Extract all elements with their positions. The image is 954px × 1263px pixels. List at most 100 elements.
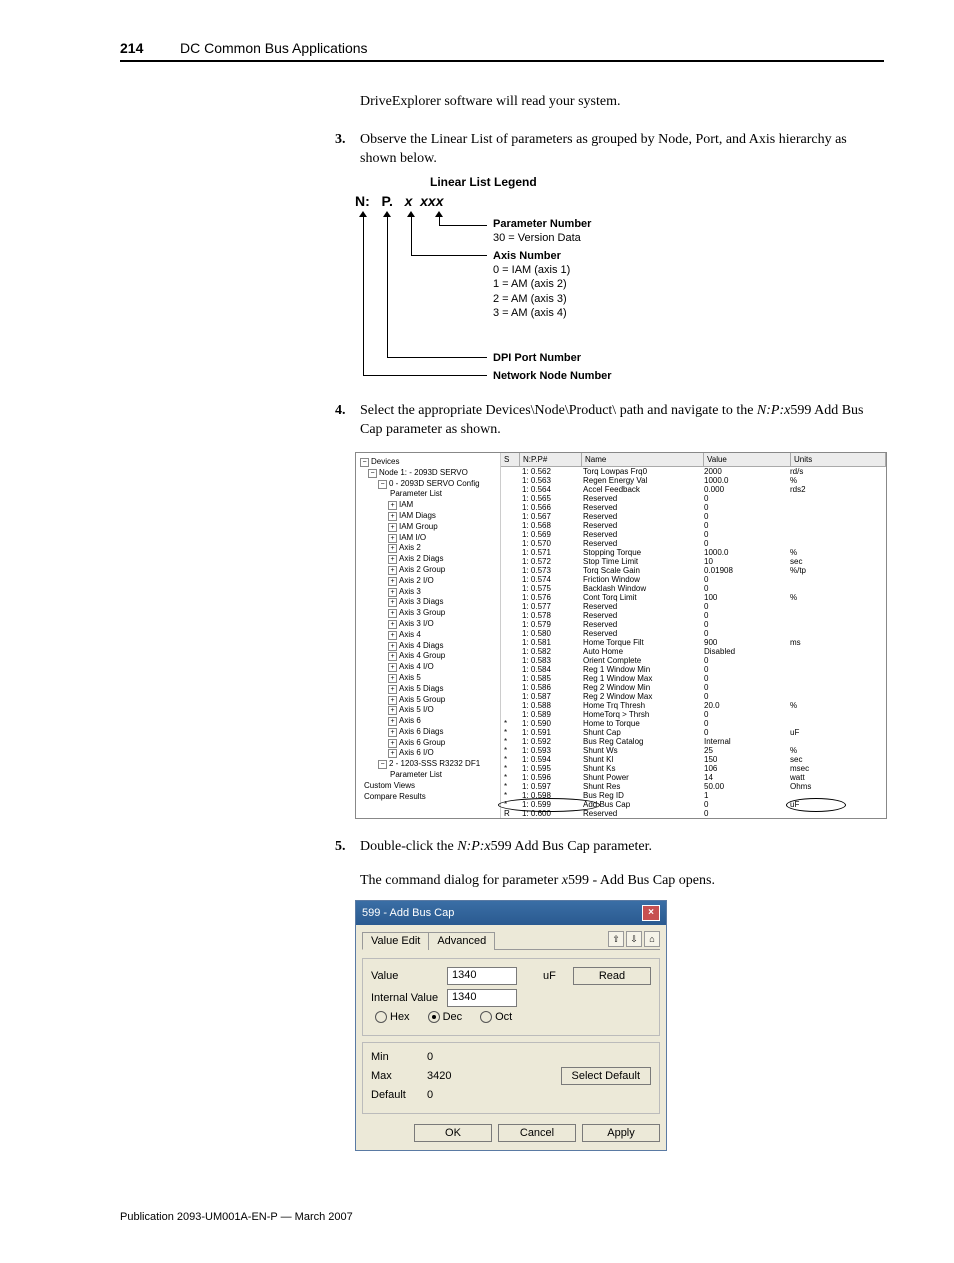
col-units[interactable]: Units bbox=[791, 453, 886, 466]
list-row[interactable]: 1: 0.565Reserved0 bbox=[501, 494, 886, 503]
expand-icon[interactable]: + bbox=[388, 620, 397, 629]
list-row[interactable]: 1: 0.564Accel Feedback0.000rds2 bbox=[501, 485, 886, 494]
col-s[interactable]: S bbox=[501, 453, 520, 466]
tree-item[interactable]: +Axis 5 Diags bbox=[358, 684, 498, 695]
list-row[interactable]: R1: 0.600Reserved0 bbox=[501, 809, 886, 818]
tree-item[interactable]: +Axis 2 Diags bbox=[358, 554, 498, 565]
expand-icon[interactable]: + bbox=[388, 555, 397, 564]
list-row[interactable]: *1: 0.596Shunt Power14watt bbox=[501, 773, 886, 782]
list-row[interactable]: *1: 0.592Bus Reg CatalogInternal bbox=[501, 737, 886, 746]
list-row[interactable]: 1: 0.588Home Trq Thresh20.0% bbox=[501, 701, 886, 710]
tree-item[interactable]: +Axis 3 I/O bbox=[358, 619, 498, 630]
list-row[interactable]: 1: 0.575Backlash Window0 bbox=[501, 584, 886, 593]
tree-item[interactable]: +IAM bbox=[358, 500, 498, 511]
tree-item[interactable]: Compare Results bbox=[358, 792, 498, 803]
tree-item[interactable]: +Axis 3 Group bbox=[358, 608, 498, 619]
tree-item[interactable]: +Axis 2 I/O bbox=[358, 576, 498, 587]
list-row[interactable]: 1: 0.574Friction Window0 bbox=[501, 575, 886, 584]
collapse-icon[interactable]: − bbox=[368, 469, 377, 478]
expand-icon[interactable]: + bbox=[388, 739, 397, 748]
list-row[interactable]: 1: 0.583Orient Complete0 bbox=[501, 656, 886, 665]
tree-item[interactable]: +Axis 6 Group bbox=[358, 738, 498, 749]
expand-icon[interactable]: + bbox=[388, 696, 397, 705]
list-row[interactable]: *1: 0.599Add Bus Cap0uF bbox=[501, 800, 886, 809]
expand-icon[interactable]: + bbox=[388, 501, 397, 510]
list-row[interactable]: 1: 0.563Regen Energy Val1000.0% bbox=[501, 476, 886, 485]
list-row[interactable]: 1: 0.582Auto HomeDisabled bbox=[501, 647, 886, 656]
radio-dec[interactable]: Dec bbox=[428, 1011, 463, 1023]
list-row[interactable]: *1: 0.591Shunt Cap0uF bbox=[501, 728, 886, 737]
apply-button[interactable]: Apply bbox=[582, 1124, 660, 1142]
down-arrow-icon[interactable]: ⇩ bbox=[626, 931, 642, 947]
read-button[interactable]: Read bbox=[573, 967, 651, 985]
tree-item[interactable]: +Axis 6 I/O bbox=[358, 748, 498, 759]
list-row[interactable]: 1: 0.562Torq Lowpas Frq02000rd/s bbox=[501, 467, 886, 476]
tree-item[interactable]: +Axis 3 Diags bbox=[358, 597, 498, 608]
internal-value-input[interactable]: 1340 bbox=[447, 989, 517, 1007]
list-row[interactable]: 1: 0.579Reserved0 bbox=[501, 620, 886, 629]
list-row[interactable]: 1: 0.569Reserved0 bbox=[501, 530, 886, 539]
ok-button[interactable]: OK bbox=[414, 1124, 492, 1142]
list-row[interactable]: *1: 0.595Shunt Ks106msec bbox=[501, 764, 886, 773]
lock-icon[interactable]: ⌂ bbox=[644, 931, 660, 947]
tree-item[interactable]: +Axis 6 Diags bbox=[358, 727, 498, 738]
collapse-icon[interactable]: − bbox=[378, 480, 387, 489]
expand-icon[interactable]: + bbox=[388, 717, 397, 726]
tree-item[interactable]: +Axis 4 Group bbox=[358, 651, 498, 662]
tree-node[interactable]: −2 - 1203-SSS R3232 DF1 bbox=[358, 759, 498, 770]
value-input[interactable]: 1340 bbox=[447, 967, 517, 985]
col-value[interactable]: Value bbox=[704, 453, 791, 466]
cancel-button[interactable]: Cancel bbox=[498, 1124, 576, 1142]
expand-icon[interactable]: + bbox=[388, 534, 397, 543]
list-row[interactable]: 1: 0.586Reg 2 Window Min0 bbox=[501, 683, 886, 692]
list-row[interactable]: *1: 0.590Home to Torque0 bbox=[501, 719, 886, 728]
list-row[interactable]: *1: 0.593Shunt Ws25% bbox=[501, 746, 886, 755]
expand-icon[interactable]: + bbox=[388, 523, 397, 532]
expand-icon[interactable]: + bbox=[388, 674, 397, 683]
expand-icon[interactable]: + bbox=[388, 663, 397, 672]
list-row[interactable]: *1: 0.594Shunt Kl150sec bbox=[501, 755, 886, 764]
list-row[interactable]: 1: 0.566Reserved0 bbox=[501, 503, 886, 512]
collapse-icon[interactable]: − bbox=[360, 458, 369, 467]
tree-item[interactable]: +IAM I/O bbox=[358, 533, 498, 544]
expand-icon[interactable]: + bbox=[388, 577, 397, 586]
list-row[interactable]: 1: 0.577Reserved0 bbox=[501, 602, 886, 611]
expand-icon[interactable]: + bbox=[388, 728, 397, 737]
tree-item[interactable]: Parameter List bbox=[358, 770, 498, 781]
list-row[interactable]: 1: 0.576Cont Torq Limit100% bbox=[501, 593, 886, 602]
list-row[interactable]: 1: 0.571Stopping Torque1000.0% bbox=[501, 548, 886, 557]
list-row[interactable]: 1: 0.587Reg 2 Window Max0 bbox=[501, 692, 886, 701]
tab-advanced[interactable]: Advanced bbox=[428, 932, 495, 950]
list-row[interactable]: 1: 0.572Stop Time Limit10sec bbox=[501, 557, 886, 566]
up-arrow-icon[interactable]: ⇧ bbox=[608, 931, 624, 947]
list-row[interactable]: 1: 0.578Reserved0 bbox=[501, 611, 886, 620]
expand-icon[interactable]: + bbox=[388, 598, 397, 607]
expand-icon[interactable]: + bbox=[388, 685, 397, 694]
select-default-button[interactable]: Select Default bbox=[561, 1067, 651, 1085]
tree-item[interactable]: +Axis 5 Group bbox=[358, 695, 498, 706]
radio-hex[interactable]: Hex bbox=[375, 1011, 410, 1023]
col-npp[interactable]: N:P.P# bbox=[520, 453, 582, 466]
expand-icon[interactable]: + bbox=[388, 652, 397, 661]
tree-item[interactable]: Parameter List bbox=[358, 489, 498, 500]
list-row[interactable]: *1: 0.598Bus Reg ID1 bbox=[501, 791, 886, 800]
tree-item[interactable]: +Axis 4 I/O bbox=[358, 662, 498, 673]
tree-root[interactable]: −Devices bbox=[358, 457, 498, 468]
tree-item[interactable]: +Axis 5 bbox=[358, 673, 498, 684]
expand-icon[interactable]: + bbox=[388, 544, 397, 553]
tree-item[interactable]: +Axis 6 bbox=[358, 716, 498, 727]
radio-oct[interactable]: Oct bbox=[480, 1011, 512, 1023]
tree-item[interactable]: Custom Views bbox=[358, 781, 498, 792]
tree-node[interactable]: −0 - 2093D SERVO Config bbox=[358, 479, 498, 490]
list-row[interactable]: 1: 0.570Reserved0 bbox=[501, 539, 886, 548]
expand-icon[interactable]: + bbox=[388, 588, 397, 597]
tree-item[interactable]: +Axis 5 I/O bbox=[358, 705, 498, 716]
list-row[interactable]: 1: 0.585Reg 1 Window Max0 bbox=[501, 674, 886, 683]
tree-item[interactable]: +Axis 4 Diags bbox=[358, 641, 498, 652]
tree-item[interactable]: +Axis 4 bbox=[358, 630, 498, 641]
tree-item[interactable]: +Axis 2 Group bbox=[358, 565, 498, 576]
expand-icon[interactable]: + bbox=[388, 631, 397, 640]
list-body[interactable]: 1: 0.562Torq Lowpas Frq02000rd/s1: 0.563… bbox=[501, 467, 886, 818]
list-row[interactable]: 1: 0.568Reserved0 bbox=[501, 521, 886, 530]
expand-icon[interactable]: + bbox=[388, 512, 397, 521]
